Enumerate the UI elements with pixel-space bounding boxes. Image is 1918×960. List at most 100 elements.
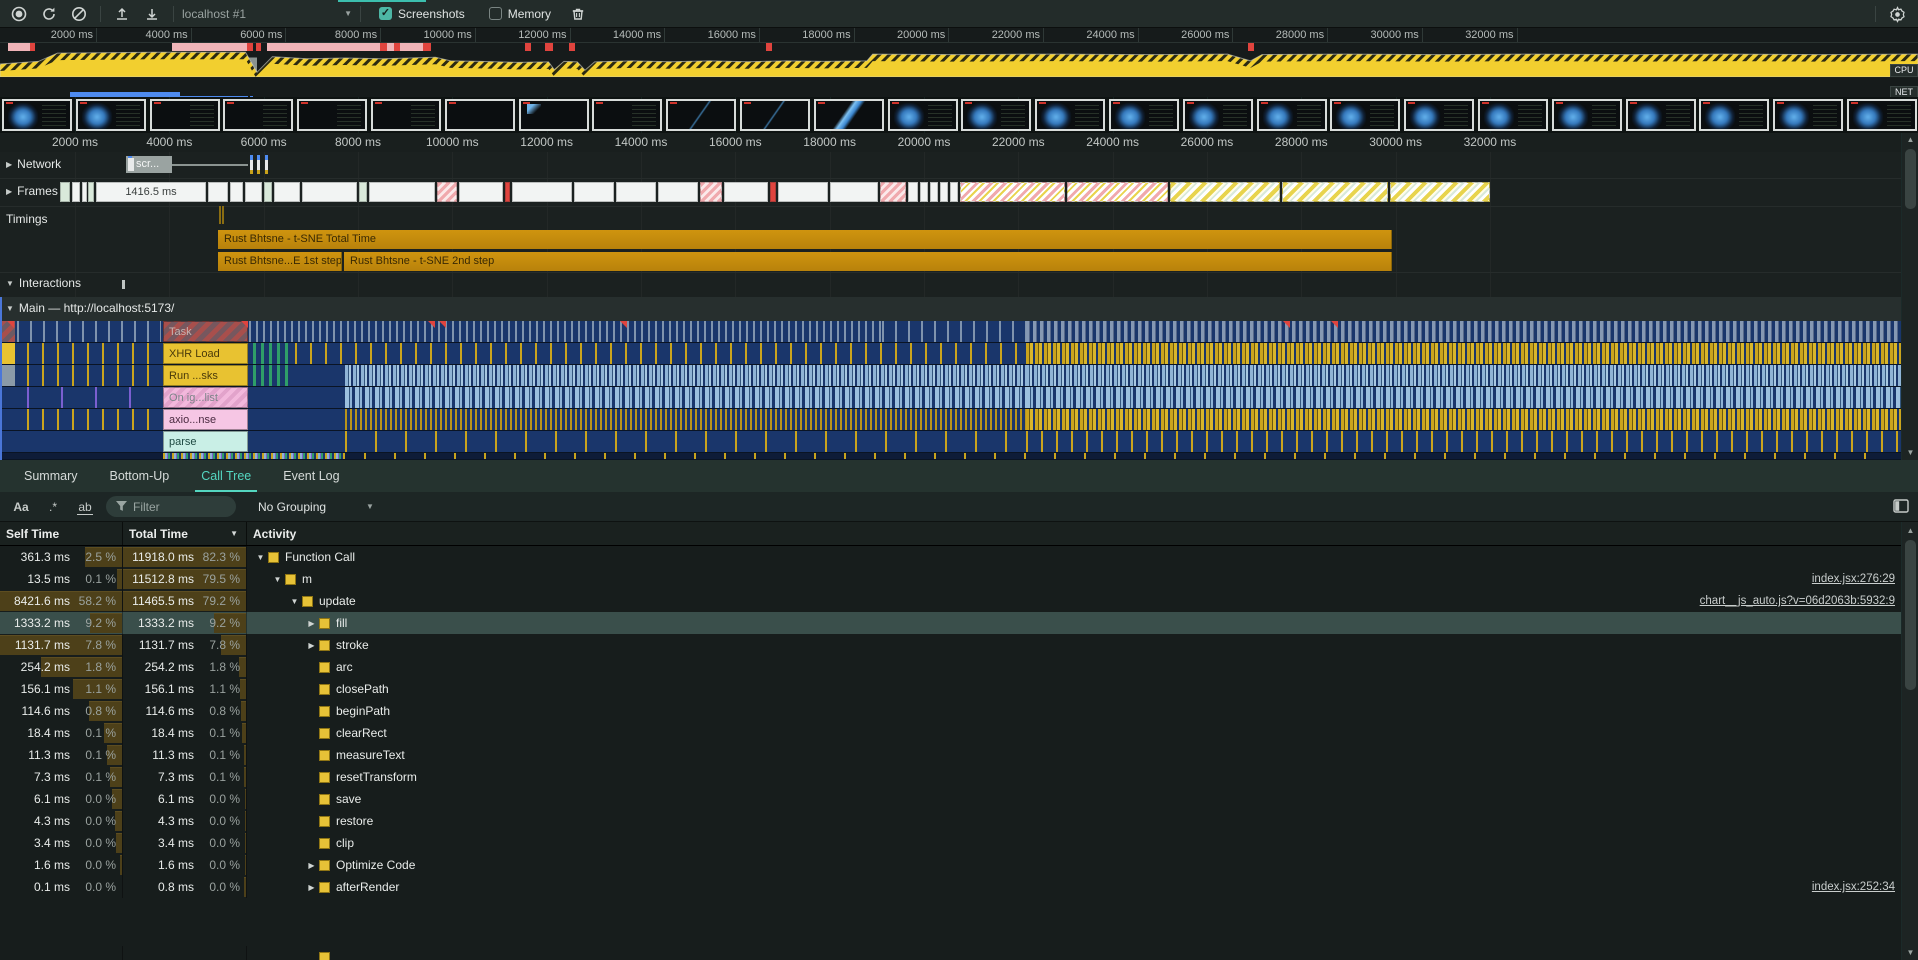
frame-bar[interactable]: [60, 182, 70, 202]
frames-track-header[interactable]: ▶ Frames: [6, 184, 58, 198]
flame-event-block[interactable]: parse: [163, 431, 248, 452]
frame-bar[interactable]: [1067, 182, 1168, 202]
frame-bar[interactable]: [88, 182, 94, 202]
screenshot-thumbnail[interactable]: [1773, 99, 1843, 131]
filter-input[interactable]: Filter: [106, 496, 236, 517]
frame-bar[interactable]: [616, 182, 656, 202]
screenshot-thumbnail[interactable]: [223, 99, 293, 131]
screenshot-thumbnail[interactable]: [371, 99, 441, 131]
scroll-down-icon[interactable]: ▼: [1902, 946, 1918, 960]
table-row[interactable]: 114.6 ms0.8 %114.6 ms0.8 %beginPath: [0, 700, 1901, 722]
frame-bar[interactable]: [950, 182, 958, 202]
frame-bar[interactable]: [505, 182, 510, 202]
frame-bar[interactable]: [1390, 182, 1490, 202]
source-location-link[interactable]: index.jsx:252:34: [1812, 881, 1895, 893]
grid-scrollbar[interactable]: ▲ ▼: [1901, 522, 1918, 960]
expander-down-icon[interactable]: ▼: [287, 597, 302, 606]
frame-bar[interactable]: [960, 182, 1065, 202]
expander-right-icon[interactable]: ▶: [304, 883, 319, 892]
scroll-down-icon[interactable]: ▼: [1902, 446, 1918, 460]
frame-bar[interactable]: [264, 182, 272, 202]
screenshot-thumbnail[interactable]: [2, 99, 72, 131]
table-row[interactable]: 1333.2 ms9.2 %1333.2 ms9.2 %▶fill: [0, 612, 1901, 634]
flame-event-block[interactable]: Run ...sks: [163, 365, 248, 386]
frame-bar[interactable]: [512, 182, 572, 202]
expander-down-icon[interactable]: ▼: [253, 553, 268, 562]
screenshot-thumbnail[interactable]: [1109, 99, 1179, 131]
clear-button[interactable]: [66, 2, 92, 26]
match-case-button[interactable]: Aa: [10, 500, 32, 514]
timing-bar[interactable]: Rust Bhtsne - t-SNE 2nd step: [344, 252, 1392, 271]
regex-button[interactable]: .*: [42, 500, 64, 514]
frame-bar[interactable]: [245, 182, 262, 202]
tab-summary[interactable]: Summary: [10, 460, 91, 492]
table-row[interactable]: 13.5 ms0.1 %11512.8 ms79.5 %▼mindex.jsx:…: [0, 568, 1901, 590]
flame-event-block[interactable]: On ig...list: [163, 387, 248, 408]
table-row[interactable]: 156.1 ms1.1 %156.1 ms1.1 %closePath: [0, 678, 1901, 700]
frame-bar[interactable]: [724, 182, 768, 202]
table-row[interactable]: 11.3 ms0.1 %11.3 ms0.1 %measureText: [0, 744, 1901, 766]
main-flame-chart[interactable]: TaskXHR LoadRun ...sksOn ig...listaxio..…: [0, 321, 1918, 460]
tab-call-tree[interactable]: Call Tree: [187, 460, 265, 492]
screenshot-thumbnail[interactable]: [1404, 99, 1474, 131]
tab-bottom-up[interactable]: Bottom-Up: [95, 460, 183, 492]
frame-bar[interactable]: [1170, 182, 1280, 202]
record-button[interactable]: [6, 2, 32, 26]
save-profile-button[interactable]: [139, 2, 165, 26]
screenshot-thumbnail[interactable]: [297, 99, 367, 131]
flame-event-block[interactable]: XHR Load: [163, 343, 248, 364]
scroll-up-icon[interactable]: ▲: [1902, 133, 1918, 147]
frame-bar[interactable]: [359, 182, 367, 202]
frame-bar[interactable]: [908, 182, 918, 202]
screenshot-thumbnail[interactable]: [666, 99, 736, 131]
network-request-chip[interactable]: scr...: [126, 156, 172, 173]
frame-bar[interactable]: [459, 182, 503, 202]
screenshot-thumbnail[interactable]: [1847, 99, 1917, 131]
table-row[interactable]: 18.4 ms0.1 %18.4 ms0.1 %clearRect: [0, 722, 1901, 744]
frame-bar[interactable]: [302, 182, 357, 202]
frame-bar[interactable]: [230, 182, 243, 202]
screenshot-thumbnail[interactable]: [1330, 99, 1400, 131]
network-track[interactable]: ▶ Network scr...: [0, 152, 1918, 179]
source-location-link[interactable]: index.jsx:276:29: [1812, 573, 1895, 585]
frame-bar[interactable]: [940, 182, 948, 202]
table-row[interactable]: 8421.6 ms58.2 %11465.5 ms79.2 %▼updatech…: [0, 590, 1901, 612]
screenshot-thumbnail[interactable]: [1035, 99, 1105, 131]
expander-right-icon[interactable]: ▶: [304, 861, 319, 870]
timings-track-header[interactable]: Timings: [6, 212, 48, 226]
table-row-partial[interactable]: [0, 946, 1901, 960]
frame-bar[interactable]: [72, 182, 80, 202]
settings-gear-icon[interactable]: [1884, 2, 1910, 26]
screenshot-thumbnail[interactable]: [445, 99, 515, 131]
scrollbar-thumb[interactable]: [1905, 540, 1916, 690]
network-request-candle[interactable]: [250, 155, 253, 174]
frame-bar[interactable]: [658, 182, 698, 202]
screenshot-thumbnail[interactable]: [740, 99, 810, 131]
screenshot-thumbnail[interactable]: [519, 99, 589, 131]
frame-bar[interactable]: 1416.5 ms: [96, 182, 206, 202]
screenshot-thumbnail[interactable]: [888, 99, 958, 131]
column-self-time[interactable]: Self Time: [0, 522, 123, 545]
column-activity[interactable]: Activity: [247, 522, 1918, 545]
flame-event-block[interactable]: Task: [163, 321, 248, 342]
frame-bar[interactable]: [830, 182, 878, 202]
timing-bar[interactable]: Rust Bhtsne...E 1st step: [218, 252, 342, 271]
screenshot-thumbnail[interactable]: [1699, 99, 1769, 131]
timings-track[interactable]: Timings Rust Bhtsne - t-SNE Total Time Ru…: [0, 206, 1918, 273]
frame-bar[interactable]: [930, 182, 938, 202]
scroll-up-icon[interactable]: ▲: [1902, 524, 1918, 538]
table-row[interactable]: 1131.7 ms7.8 %1131.7 ms7.8 %▶stroke: [0, 634, 1901, 656]
screenshot-thumbnail[interactable]: [592, 99, 662, 131]
table-row[interactable]: 254.2 ms1.8 %254.2 ms1.8 %arc: [0, 656, 1901, 678]
tracks-scrollbar[interactable]: ▲ ▼: [1901, 133, 1918, 460]
frame-bar[interactable]: [778, 182, 828, 202]
frames-track[interactable]: ▶ Frames 1416.5 ms: [0, 178, 1918, 207]
interactions-track[interactable]: ▼ Interactions: [0, 272, 1918, 298]
table-row[interactable]: 1.6 ms0.0 %1.6 ms0.0 %▶Optimize Code: [0, 854, 1901, 876]
timing-bar[interactable]: Rust Bhtsne - t-SNE Total Time: [218, 230, 1392, 249]
main-thread-track-header[interactable]: ▼ Main — http://localhost:5173/: [0, 297, 1918, 322]
network-request-candle[interactable]: [257, 155, 260, 174]
source-location-link[interactable]: chart__js_auto.js?v=06d2063b:5932:9: [1700, 595, 1895, 607]
load-profile-button[interactable]: [109, 2, 135, 26]
screenshots-checkbox[interactable]: ✓ Screenshots: [379, 7, 465, 21]
